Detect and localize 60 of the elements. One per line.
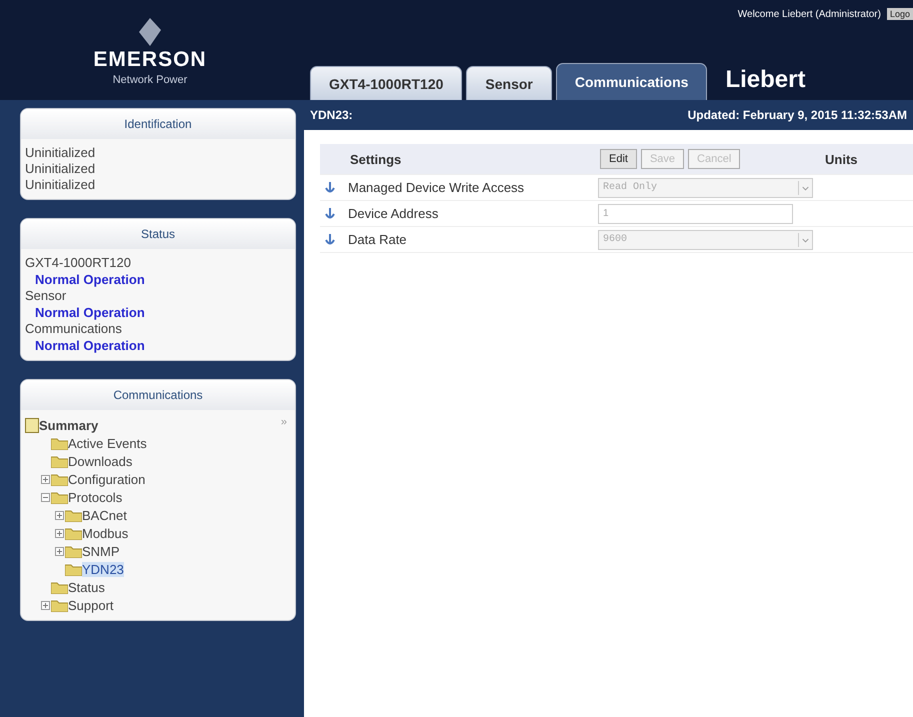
folder-icon <box>51 454 68 468</box>
folder-icon <box>65 562 82 576</box>
status-text: Normal Operation <box>34 271 146 288</box>
tree-item[interactable]: Support <box>68 598 114 612</box>
action-button[interactable]: Edit <box>600 149 637 169</box>
tab[interactable]: GXT4-1000RT120 <box>310 66 462 100</box>
status-text: Normal Operation <box>34 337 146 354</box>
folder-icon <box>51 490 68 504</box>
collapse-icon[interactable] <box>40 492 50 502</box>
setting-name: Data Rate <box>348 232 407 247</box>
tree-item[interactable]: Active Events <box>68 436 147 450</box>
panel-title: Communications <box>21 380 295 410</box>
column-header: Units <box>825 152 858 166</box>
panel-title: Status <box>21 219 295 249</box>
expand-icon[interactable] <box>54 546 64 556</box>
tree-item[interactable]: Summary <box>39 418 98 432</box>
expand-icon[interactable] <box>54 528 64 538</box>
folder-icon <box>65 526 82 540</box>
folder-icon <box>65 544 82 558</box>
logout-button[interactable]: Logo <box>886 8 913 20</box>
folder-icon <box>51 598 68 612</box>
tree-item[interactable]: Modbus <box>82 526 128 540</box>
folder-icon <box>65 508 82 522</box>
identification-text: Uninitialized <box>25 145 96 161</box>
logo-icon <box>139 18 161 46</box>
updated-time: Updated: February 9, 2015 11:32:53AM <box>688 108 907 122</box>
status-text: Normal Operation <box>34 304 146 321</box>
device-name: Sensor <box>25 288 68 304</box>
tree-item[interactable]: BACnet <box>82 508 127 522</box>
folder-icon <box>51 580 68 594</box>
page-icon <box>25 418 39 432</box>
device-name: GXT4-1000RT120 <box>25 255 132 271</box>
tree-item[interactable]: Protocols <box>68 490 122 504</box>
tab[interactable]: Sensor <box>466 66 552 100</box>
panel-title: Identification <box>21 109 295 139</box>
brand-tagline: Network Power <box>112 74 188 86</box>
expand-icon[interactable] <box>40 474 50 484</box>
tree-item[interactable]: YDN23 <box>82 562 124 576</box>
product-name: Liebert <box>725 66 806 95</box>
device-name: Communications <box>25 321 123 337</box>
expand-icon[interactable] <box>54 510 64 520</box>
brand-name: EMERSON <box>93 48 207 72</box>
expand-icon[interactable] <box>40 600 50 610</box>
setting-name: Device Address <box>348 206 438 221</box>
info-icon[interactable] <box>324 180 336 194</box>
identification-text: Uninitialized <box>25 161 96 177</box>
identification-text: Uninitialized <box>25 177 96 193</box>
tree-item[interactable]: Downloads <box>68 454 132 468</box>
welcome-text: Welcome Liebert (Administrator) <box>738 8 881 20</box>
folder-icon <box>51 472 68 486</box>
info-icon[interactable] <box>324 232 336 246</box>
tab[interactable]: Communications <box>556 63 708 100</box>
folder-icon <box>51 436 68 450</box>
tree-item[interactable]: SNMP <box>82 544 120 558</box>
tree-item[interactable]: Status <box>68 580 105 594</box>
breadcrumb: YDN23: <box>310 108 353 122</box>
tree-item[interactable]: Configuration <box>68 472 146 486</box>
column-header: Settings <box>350 152 402 166</box>
setting-name: Managed Device Write Access <box>348 180 524 195</box>
info-icon[interactable] <box>324 206 336 220</box>
